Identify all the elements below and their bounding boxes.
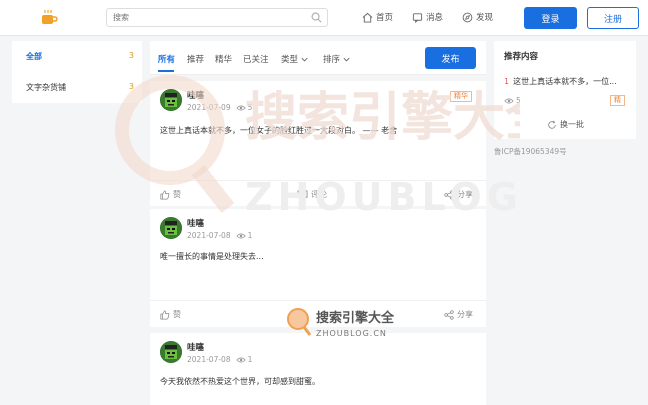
tab-following[interactable]: 已关注 — [243, 53, 269, 65]
nav-home-label: 首页 — [376, 13, 394, 23]
nav-messages-label: 消息 — [426, 13, 444, 23]
post-meta: 2021-07-08 1 — [187, 355, 252, 364]
tab-type-label: 类型 — [281, 55, 299, 65]
recommend-views: 5 — [504, 96, 521, 105]
refresh-label: 换一批 — [560, 120, 584, 129]
compass-icon — [462, 12, 473, 22]
share-button[interactable]: 分享 — [444, 189, 473, 200]
post-meta: 2021-07-08 1 — [187, 231, 252, 240]
post-actions: 赞 评论 分享 — [150, 180, 486, 206]
post-views: 5 — [247, 103, 253, 112]
eye-icon — [235, 233, 246, 238]
top-header: 首页 消息 发现 登录 注册 — [0, 0, 648, 36]
message-icon — [412, 12, 423, 23]
thumbs-up-icon — [160, 189, 170, 200]
thumbs-up-icon — [160, 309, 170, 320]
post-author[interactable]: 哇噻 — [187, 217, 204, 229]
tab-recommended[interactable]: 推荐 — [187, 53, 204, 65]
avatar[interactable] — [160, 217, 182, 239]
active-tab-indicator — [158, 70, 174, 72]
icp-license[interactable]: 鲁ICP备19065349号 — [494, 146, 567, 157]
post-author[interactable]: 哇噻 — [187, 341, 204, 353]
home-icon — [362, 12, 373, 23]
post-content[interactable]: 今天我依然不热爱这个世界，可却感到甜蜜。 — [160, 376, 320, 387]
post-card[interactable]: 哇噻 2021-07-08 1 唯一擅长的事情是处理失去... 赞 分享 — [150, 209, 486, 327]
search-icon[interactable] — [311, 12, 322, 23]
comment-label: 评论 — [311, 190, 327, 199]
avatar[interactable] — [160, 341, 182, 363]
tab-sort-label: 排序 — [323, 55, 341, 65]
category-item-text-shop[interactable]: 文字杂货铺 3 — [12, 72, 142, 102]
login-button[interactable]: 登录 — [524, 7, 577, 29]
tab-all[interactable]: 所有 — [158, 53, 175, 65]
post-date: 2021-07-08 — [187, 231, 231, 240]
share-button[interactable]: 分享 — [444, 309, 473, 320]
post-date: 2021-07-08 — [187, 355, 231, 364]
publish-button[interactable]: 发布 — [425, 47, 476, 69]
coffee-cup-icon[interactable] — [40, 9, 58, 26]
tab-type[interactable]: 类型 — [281, 53, 309, 65]
category-sidebar: 全部 3 文字杂货铺 3 — [12, 41, 142, 103]
post-card[interactable]: 哇噻 2021-07-09 5 精华 这世上真话本就不多，一位女子的脸红胜过一大… — [150, 81, 486, 206]
featured-badge: 精 — [610, 95, 625, 106]
post-date: 2021-07-09 — [187, 103, 231, 112]
chevron-down-icon — [301, 57, 308, 61]
post-content[interactable]: 唯一擅长的事情是处理失去... — [160, 251, 264, 262]
share-icon — [444, 309, 454, 320]
nav-home[interactable]: 首页 — [362, 11, 393, 23]
share-label: 分享 — [457, 310, 473, 319]
category-count: 3 — [128, 82, 134, 91]
register-button[interactable]: 注册 — [587, 7, 639, 29]
recommend-views-count: 5 — [516, 96, 521, 105]
like-label: 赞 — [173, 190, 181, 199]
comment-button[interactable]: 评论 — [297, 189, 327, 200]
eye-icon — [235, 105, 246, 110]
featured-badge: 精华 — [450, 91, 472, 102]
recommend-panel: 推荐内容 1 这世上真话本就不多，一位... 5 精 换一批 — [494, 41, 636, 139]
category-label: 文字杂货铺 — [26, 83, 66, 92]
recommend-rank: 1 — [504, 77, 510, 86]
comment-icon — [297, 190, 308, 198]
like-label: 赞 — [173, 310, 181, 319]
refresh-icon — [548, 120, 556, 129]
search-box[interactable] — [106, 8, 328, 27]
main-feed: 所有 推荐 精华 已关注 类型 排序 发布 哇噻 2021-07-09 5 精华… — [150, 41, 486, 405]
recommend-title: 推荐内容 — [504, 52, 539, 62]
recommend-item[interactable]: 1 这世上真话本就不多，一位... — [504, 76, 617, 87]
nav-discover-label: 发现 — [476, 13, 494, 23]
chevron-down-icon — [343, 57, 350, 61]
share-icon — [444, 189, 454, 200]
post-meta: 2021-07-09 5 — [187, 103, 252, 112]
share-label: 分享 — [457, 190, 473, 199]
post-card[interactable]: 哇噻 2021-07-08 1 今天我依然不热爱这个世界，可却感到甜蜜。 — [150, 333, 486, 405]
post-author[interactable]: 哇噻 — [187, 89, 204, 101]
category-label: 全部 — [26, 52, 42, 61]
recommend-item-text: 这世上真话本就不多，一位... — [513, 77, 617, 86]
post-content[interactable]: 这世上真话本就不多，一位女子的脸红胜过一大段对白。 —— 老舍 — [160, 125, 397, 136]
tab-sort[interactable]: 排序 — [323, 53, 351, 65]
eye-icon — [504, 98, 514, 103]
like-button[interactable]: 赞 — [160, 189, 181, 200]
category-item-all[interactable]: 全部 3 — [12, 41, 142, 71]
category-count: 3 — [128, 51, 134, 60]
refresh-button[interactable]: 换一批 — [547, 119, 584, 130]
avatar[interactable] — [160, 89, 182, 111]
search-input[interactable] — [107, 9, 297, 26]
eye-icon — [235, 357, 246, 362]
nav-messages[interactable]: 消息 — [412, 11, 443, 23]
tab-featured[interactable]: 精华 — [215, 53, 232, 65]
post-views: 1 — [247, 355, 253, 364]
like-button[interactable]: 赞 — [160, 309, 181, 320]
post-views: 1 — [247, 231, 253, 240]
feed-tab-bar: 所有 推荐 精华 已关注 类型 排序 发布 — [150, 41, 486, 75]
post-actions: 赞 分享 — [150, 300, 486, 326]
nav-discover[interactable]: 发现 — [462, 11, 493, 23]
